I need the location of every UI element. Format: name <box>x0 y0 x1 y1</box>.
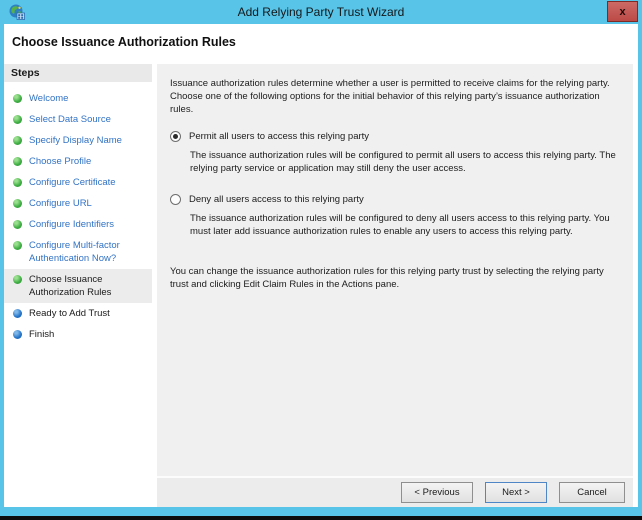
step-label: Finish <box>29 329 55 340</box>
permit-radio-row[interactable]: Permit all users to access this relying … <box>170 130 623 143</box>
deny-radio-label[interactable]: Deny all users access to this relying pa… <box>189 193 364 206</box>
steps-header: Steps <box>4 64 152 82</box>
step-label: Configure Identifiers <box>29 219 115 230</box>
close-button[interactable]: x <box>607 1 638 22</box>
deny-radio[interactable] <box>170 194 181 205</box>
sidebar-item-configure-identifiers[interactable]: Configure Identifiers <box>4 214 152 235</box>
step-upcoming-icon <box>13 330 22 339</box>
sidebar-item-specify-display-name[interactable]: Specify Display Name <box>4 130 152 151</box>
step-done-icon <box>13 275 22 284</box>
step-label: Choose Profile <box>29 156 92 167</box>
sidebar-item-configure-certificate[interactable]: Configure Certificate <box>4 172 152 193</box>
intro-text: Issuance authorization rules determine w… <box>170 78 610 115</box>
step-done-icon <box>13 220 22 229</box>
steps-list: Welcome Select Data Source Specify Displ… <box>4 88 152 345</box>
permit-description: The issuance authorization rules will be… <box>190 150 616 174</box>
step-done-icon <box>13 199 22 208</box>
content-panel: Issuance authorization rules determine w… <box>157 64 633 476</box>
step-done-icon <box>13 94 22 103</box>
cancel-button[interactable]: Cancel <box>559 482 625 503</box>
step-label: Configure Multi-factor Authentication No… <box>29 240 120 264</box>
step-label: Choose Issuance Authorization Rules <box>29 274 112 298</box>
deny-radio-row[interactable]: Deny all users access to this relying pa… <box>170 193 623 206</box>
sidebar-item-choose-profile[interactable]: Choose Profile <box>4 151 152 172</box>
previous-button[interactable]: < Previous <box>401 482 473 503</box>
sidebar-item-ready-to-add-trust[interactable]: Ready to Add Trust <box>4 303 152 324</box>
permit-radio-label[interactable]: Permit all users to access this relying … <box>189 130 369 143</box>
next-button[interactable]: Next > <box>485 482 547 503</box>
sidebar-item-select-data-source[interactable]: Select Data Source <box>4 109 152 130</box>
sidebar-item-welcome[interactable]: Welcome <box>4 88 152 109</box>
deny-description: The issuance authorization rules will be… <box>190 213 610 237</box>
step-label: Specify Display Name <box>29 135 122 146</box>
step-upcoming-icon <box>13 309 22 318</box>
step-label: Welcome <box>29 93 69 104</box>
step-done-icon <box>13 115 22 124</box>
wizard-window: Add Relying Party Trust Wizard x Choose … <box>0 0 642 520</box>
adfs-app-icon <box>9 4 25 20</box>
sidebar-item-choose-issuance-rules[interactable]: Choose Issuance Authorization Rules <box>4 269 152 303</box>
step-done-icon <box>13 241 22 250</box>
permit-radio[interactable] <box>170 131 181 142</box>
titlebar[interactable]: Add Relying Party Trust Wizard x <box>0 0 642 24</box>
sidebar-item-finish[interactable]: Finish <box>4 324 152 345</box>
step-done-icon <box>13 178 22 187</box>
button-bar: < Previous Next > Cancel <box>157 476 633 507</box>
window-body: Choose Issuance Authorization Rules Step… <box>4 24 638 507</box>
page-title: Choose Issuance Authorization Rules <box>4 24 638 60</box>
step-done-icon <box>13 136 22 145</box>
sidebar-item-configure-url[interactable]: Configure URL <box>4 193 152 214</box>
window-title: Add Relying Party Trust Wizard <box>237 5 405 19</box>
window-bottom-edge <box>0 516 642 520</box>
steps-sidebar: Steps Welcome Select Data Source Specify… <box>4 60 152 507</box>
sidebar-item-configure-mfa[interactable]: Configure Multi-factor Authentication No… <box>4 235 152 269</box>
step-label: Select Data Source <box>29 114 111 125</box>
step-label: Configure Certificate <box>29 177 116 188</box>
step-done-icon <box>13 157 22 166</box>
footer-note: You can change the issuance authorizatio… <box>170 266 604 290</box>
step-label: Ready to Add Trust <box>29 308 110 319</box>
step-label: Configure URL <box>29 198 92 209</box>
